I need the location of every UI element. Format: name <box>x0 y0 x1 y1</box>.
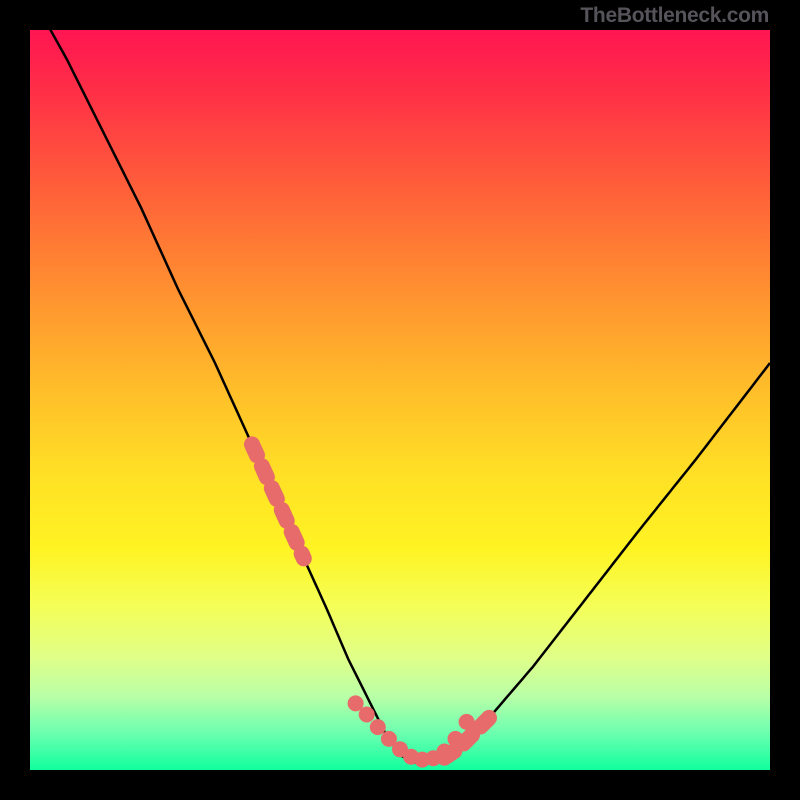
dip-dot <box>370 719 386 735</box>
watermark-text: TheBottleneck.com <box>580 4 769 28</box>
dip-dot <box>436 744 452 760</box>
dip-dot <box>359 707 375 723</box>
plot-area <box>30 30 770 770</box>
highlight-left <box>252 444 304 558</box>
chart-frame: TheBottleneck.com <box>0 0 800 800</box>
bottleneck-curve <box>30 30 770 763</box>
chart-svg <box>30 30 770 770</box>
dip-dot <box>448 731 464 747</box>
dip-dot <box>459 714 475 730</box>
